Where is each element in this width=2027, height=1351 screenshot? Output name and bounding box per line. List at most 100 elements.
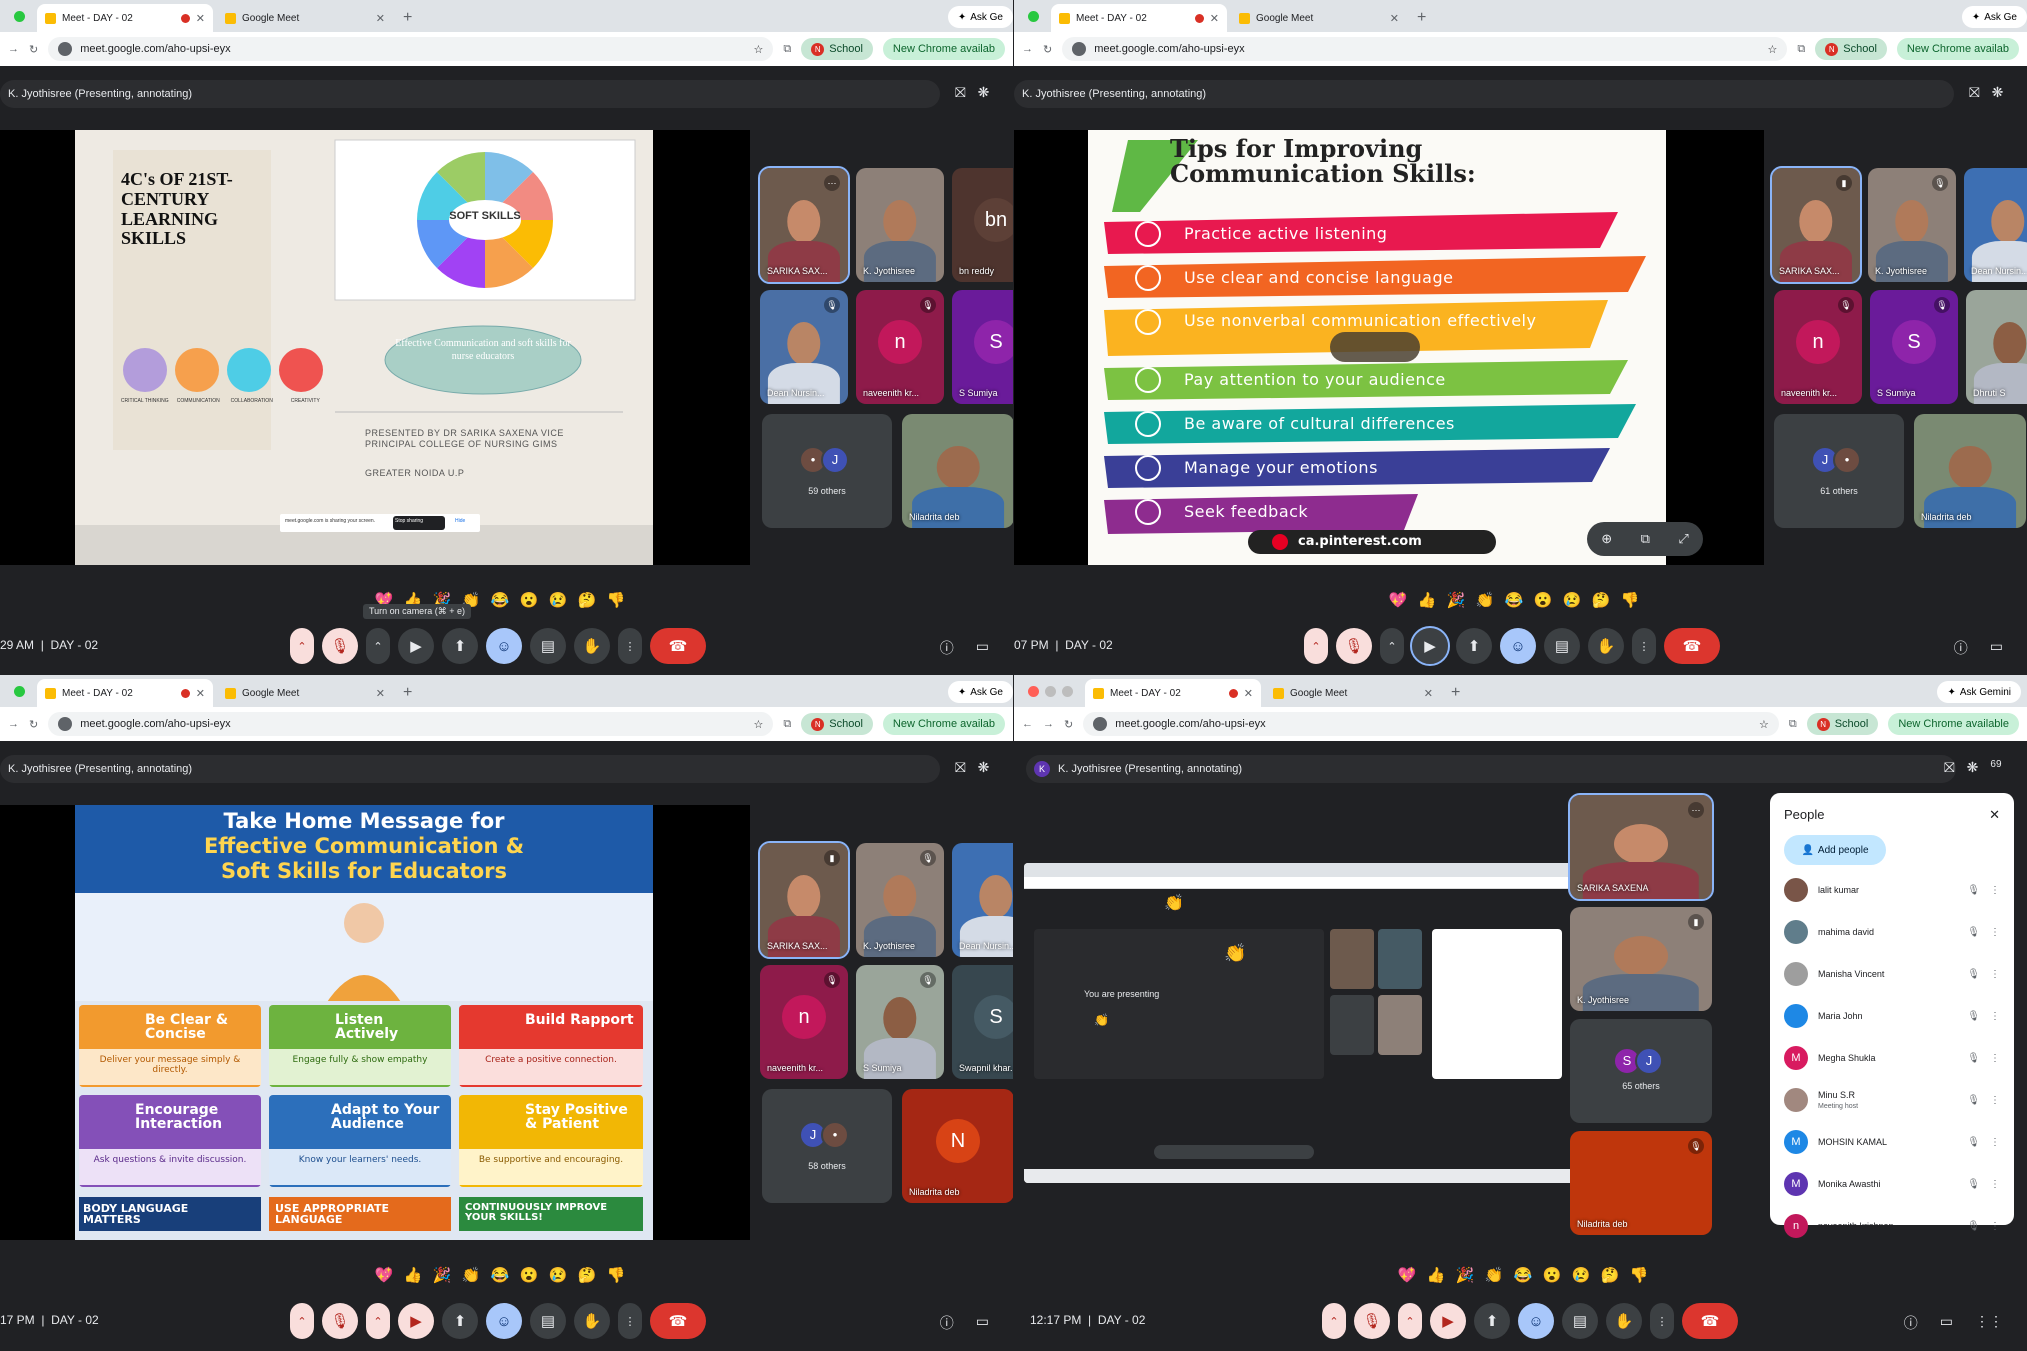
profile-school-button[interactable]: N School	[1806, 713, 1879, 735]
participant-tile[interactable]: K. Jyothisree	[856, 168, 944, 282]
participant-tile[interactable]: bn bn reddy	[952, 168, 1013, 282]
reaction-thumbs-up[interactable]: 👍	[1425, 1266, 1447, 1284]
present-button[interactable]: ⬆	[1456, 628, 1492, 664]
captions-button[interactable]: ▤	[1544, 628, 1580, 664]
effects-icon[interactable]: ❋	[978, 84, 990, 101]
captions-button[interactable]: ▤	[530, 1303, 566, 1339]
raise-hand-button[interactable]: ✋	[1606, 1303, 1642, 1339]
raise-hand-button[interactable]: ✋	[1588, 628, 1624, 664]
mic-off-button[interactable]: 🎙	[1354, 1303, 1390, 1339]
more-options-icon[interactable]: ⋮	[1990, 969, 2000, 980]
new-chrome-button[interactable]: New Chrome available	[1888, 713, 2019, 735]
more-options-icon[interactable]: ⋮	[1990, 1011, 2000, 1022]
zoom-icon[interactable]: ⊕	[1601, 531, 1612, 547]
reaction-thinking[interactable]: 🤔	[576, 1266, 598, 1284]
video-options-button[interactable]: ⌃	[1398, 1303, 1422, 1339]
forward-icon[interactable]: →	[1043, 718, 1054, 730]
info-icon[interactable]: ⓘ	[1954, 638, 1968, 658]
reaction-clap[interactable]: 👏	[1474, 591, 1496, 609]
video-options-button[interactable]: ⌃	[366, 1303, 390, 1339]
close-tab-icon[interactable]: ✕	[376, 12, 385, 25]
site-info-icon[interactable]	[1072, 42, 1087, 56]
reaction-party[interactable]: 🎉	[431, 1266, 453, 1284]
reaction-thumbs-down[interactable]: 👎	[1619, 591, 1641, 609]
effects-icon[interactable]: ❋	[1992, 84, 2004, 101]
stop-sharing-button[interactable]: Stop sharing	[395, 518, 423, 524]
close-tab-icon[interactable]: ✕	[196, 12, 205, 25]
tab-meet[interactable]: Meet - DAY - 02 ✕	[1085, 679, 1261, 707]
effects-icon[interactable]: ❋	[1967, 759, 1979, 776]
camera-off-button[interactable]: ▶	[398, 1303, 434, 1339]
participant-tile[interactable]: 🎙 K. Jyothisree	[1868, 168, 1956, 282]
raise-hand-button[interactable]: ✋	[574, 1303, 610, 1339]
reload-icon[interactable]: ↻	[29, 43, 38, 56]
reaction-surprised[interactable]: 😮	[1541, 1266, 1563, 1284]
leave-call-button[interactable]: ☎	[650, 1303, 706, 1339]
url-field[interactable]: meet.google.com/aho-upsi-eyx ☆	[48, 712, 774, 736]
emoji-button[interactable]: ☺	[1500, 628, 1536, 664]
site-info-icon[interactable]	[1093, 717, 1108, 731]
people-row[interactable]: M MOHSIN KAMAL 🎙 ⋮	[1784, 1121, 2000, 1163]
participant-tile[interactable]: N Niladrita deb	[902, 1089, 1013, 1203]
close-tab-icon[interactable]: ✕	[1424, 687, 1433, 700]
audio-options-button[interactable]: ⌃	[1304, 628, 1328, 664]
leave-call-button[interactable]: ☎	[1664, 628, 1720, 664]
emoji-button[interactable]: ☺	[1518, 1303, 1554, 1339]
reaction-surprised[interactable]: 😮	[518, 1266, 540, 1284]
people-row[interactable]: Maria John 🎙 ⋮	[1784, 995, 2000, 1037]
forward-icon[interactable]: →	[8, 43, 19, 55]
window-controls[interactable]	[1028, 675, 1073, 707]
people-row[interactable]: Minu S.R Meeting host 🎙 ⋮	[1784, 1079, 2000, 1121]
reload-icon[interactable]: ↻	[1043, 43, 1052, 56]
reaction-laugh[interactable]: 😂	[489, 591, 511, 609]
participant-tile[interactable]: ▮ K. Jyothisree	[1570, 907, 1712, 1011]
captions-button[interactable]: ▤	[530, 628, 566, 664]
mic-off-button[interactable]: 🎙	[322, 1303, 358, 1339]
new-chrome-button[interactable]: New Chrome availab	[882, 38, 1005, 60]
new-chrome-button[interactable]: New Chrome availab	[1896, 38, 2019, 60]
video-options-button[interactable]: ⌃	[366, 628, 390, 664]
people-row[interactable]: lalit kumar 🎙 ⋮	[1784, 869, 2000, 911]
tab-meet[interactable]: Meet - DAY - 02 ✕	[37, 4, 213, 32]
reaction-party[interactable]: 🎉	[1454, 1266, 1476, 1284]
site-info-icon[interactable]	[58, 717, 73, 731]
close-tab-icon[interactable]: ✕	[1390, 12, 1399, 25]
reaction-surprised[interactable]: 😮	[518, 591, 540, 609]
reaction-surprised[interactable]: 😮	[1532, 591, 1554, 609]
tab-meet[interactable]: Meet - DAY - 02 ✕	[37, 679, 213, 707]
leave-call-button[interactable]: ☎	[1682, 1303, 1738, 1339]
popout-icon[interactable]: ⧉	[1641, 531, 1650, 547]
cast-icon[interactable]: ⧉	[783, 718, 791, 731]
more-options-icon[interactable]: ⋮	[1990, 1053, 2000, 1064]
audio-options-button[interactable]: ⌃	[290, 1303, 314, 1339]
mic-off-button[interactable]: 🎙	[1336, 628, 1372, 664]
reaction-heart[interactable]: 💖	[373, 1266, 395, 1284]
close-tab-icon[interactable]: ✕	[196, 687, 205, 700]
participant-tile[interactable]: ⋯ SARIKA SAXENA	[1568, 793, 1714, 901]
reaction-clap[interactable]: 👏	[460, 1266, 482, 1284]
new-tab-button[interactable]: +	[397, 679, 418, 707]
camera-off-button[interactable]: ▶	[1430, 1303, 1466, 1339]
present-button[interactable]: ⬆	[1474, 1303, 1510, 1339]
more-options-icon[interactable]: ⋮	[1990, 1137, 2000, 1148]
url-field[interactable]: meet.google.com/aho-upsi-eyx ☆	[1083, 712, 1779, 736]
hide-tiles-icon[interactable]: ⛝	[1944, 759, 1955, 776]
chat-icon[interactable]: ▭	[976, 1313, 989, 1333]
more-options-icon[interactable]: ⋯	[824, 175, 840, 191]
add-people-button[interactable]: 👤 Add people	[1784, 835, 1886, 865]
tab-google-meet[interactable]: Google Meet ✕	[1265, 679, 1441, 707]
more-options-icon[interactable]: ⋮	[1990, 1095, 2000, 1106]
participant-tile[interactable]: 🎙 Niladrita deb	[1570, 1131, 1712, 1235]
captions-button[interactable]: ▤	[1562, 1303, 1598, 1339]
profile-school-button[interactable]: N School	[801, 713, 873, 735]
participant-tile[interactable]: SS Sumiya	[952, 290, 1013, 404]
bookmark-star-icon[interactable]: ☆	[1768, 43, 1778, 56]
chat-icon[interactable]: ▭	[976, 638, 989, 658]
participant-tile[interactable]: n 🎙 naveenith kr...	[1774, 290, 1862, 404]
reaction-laugh[interactable]: 😂	[1503, 591, 1525, 609]
reaction-laugh[interactable]: 😂	[1512, 1266, 1534, 1284]
reaction-laugh[interactable]: 😂	[489, 1266, 511, 1284]
close-tab-icon[interactable]: ✕	[1210, 12, 1219, 25]
present-button[interactable]: ⬆	[442, 628, 478, 664]
profile-school-button[interactable]: N School	[1815, 38, 1887, 60]
